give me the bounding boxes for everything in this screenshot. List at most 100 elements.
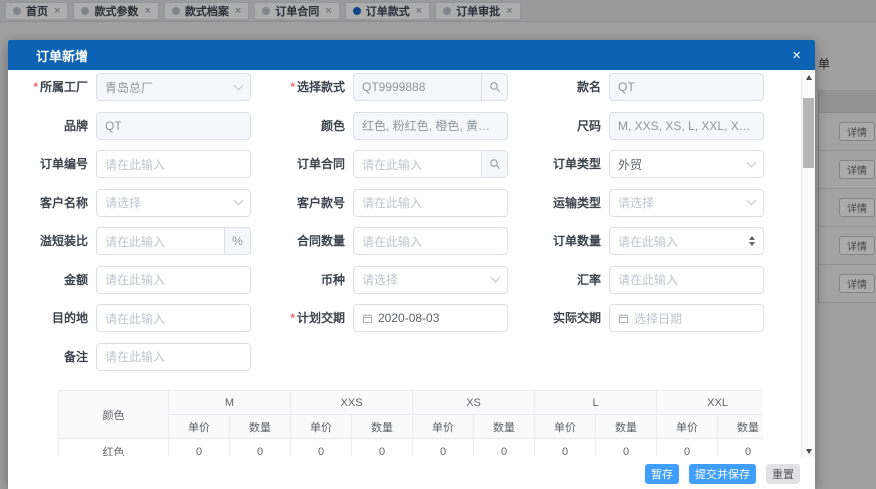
field-订单数量[interactable]: 请在此输入 <box>609 227 764 255</box>
field-label-所属工厂: *所属工厂 <box>8 73 96 101</box>
field-label-客户名称: 客户名称 <box>8 189 96 217</box>
field-label-金额: 金额 <box>8 266 96 294</box>
size-header-XS: XS <box>413 391 535 415</box>
field-placeholder: 请在此输入 <box>105 156 165 173</box>
field-溢短装比[interactable]: 请在此输入% <box>96 227 251 255</box>
value-cell[interactable]: 0 <box>718 439 763 457</box>
field-品牌[interactable]: QT <box>96 112 251 140</box>
field-label-订单数量: 订单数量 <box>508 227 609 255</box>
screen: 首页×款式参数×款式档案×订单合同×订单款式×订单审批× 单 详情详情详情详情详… <box>0 0 876 489</box>
order-create-dialog: 订单新增 × *所属工厂青岛总厂*选择款式QT9999888款名QT品牌QT颜色… <box>8 40 815 489</box>
field-placeholder: 请在此输入 <box>105 233 165 250</box>
field-placeholder: 请在此输入 <box>362 194 422 211</box>
field-合同数量[interactable]: 请在此输入 <box>353 227 508 255</box>
field-币种[interactable]: 请选择 <box>353 266 508 294</box>
form-row: 溢短装比请在此输入%合同数量请在此输入订单数量请在此输入 <box>8 227 815 266</box>
dialog-header: 订单新增 × <box>8 40 815 70</box>
value-cell[interactable]: 0 <box>657 439 718 457</box>
row-color-cell: 红色 <box>59 439 169 457</box>
field-订单类型[interactable]: 外贸 <box>609 150 764 178</box>
required-mark: * <box>290 80 295 94</box>
field-value: QT <box>618 80 635 94</box>
value-cell[interactable]: 0 <box>596 439 657 457</box>
field-placeholder: 请在此输入 <box>105 348 165 365</box>
scroll-up-icon[interactable] <box>802 70 815 84</box>
field-计划交期[interactable]: 2020-08-03 <box>353 304 508 332</box>
field-label-计划交期: *计划交期 <box>251 304 353 332</box>
field-label-颜色: 颜色 <box>251 112 353 140</box>
stepper-icon[interactable] <box>749 236 755 246</box>
scroll-down-icon[interactable] <box>802 444 815 458</box>
field-label-溢短装比: 溢短装比 <box>8 227 96 255</box>
field-客户款号[interactable]: 请在此输入 <box>353 189 508 217</box>
chevron-down-icon <box>491 273 501 283</box>
field-value: 红色, 粉红色, 橙色, 黄色, 绿色 <box>362 117 499 134</box>
field-placeholder: 请选择 <box>362 271 398 288</box>
field-label-品牌: 品牌 <box>8 112 96 140</box>
field-label-客户款号: 客户款号 <box>251 189 353 217</box>
reset-button[interactable]: 重置 <box>766 464 800 484</box>
order-form: *所属工厂青岛总厂*选择款式QT9999888款名QT品牌QT颜色红色, 粉红色… <box>8 73 815 381</box>
field-label-款名: 款名 <box>508 73 609 101</box>
field-value: 外贸 <box>618 156 642 173</box>
search-button[interactable] <box>482 73 508 101</box>
subcol-header: 数量 <box>230 415 291 439</box>
close-icon[interactable]: × <box>792 48 801 63</box>
field-款名[interactable]: QT <box>609 73 764 101</box>
field-运输类型[interactable]: 请选择 <box>609 189 764 217</box>
form-row: 订单编号请在此输入订单合同请在此输入订单类型外贸 <box>8 150 815 189</box>
form-row: 金额请在此输入币种请选择汇率请在此输入 <box>8 266 815 305</box>
chevron-down-icon <box>234 196 244 206</box>
field-placeholder: 请选择 <box>105 194 141 211</box>
field-尺码[interactable]: M, XXS, XS, L, XXL, XL, S <box>609 112 764 140</box>
field-目的地[interactable]: 请在此输入 <box>96 304 251 332</box>
field-实际交期[interactable]: 选择日期 <box>609 304 764 332</box>
dialog-title: 订单新增 <box>36 46 792 65</box>
value-cell[interactable]: 0 <box>230 439 291 457</box>
field-颜色[interactable]: 红色, 粉红色, 橙色, 黄色, 绿色 <box>353 112 508 140</box>
value-cell[interactable]: 0 <box>291 439 352 457</box>
field-金额[interactable]: 请在此输入 <box>96 266 251 294</box>
field-placeholder: 请在此输入 <box>105 271 165 288</box>
field-label-订单编号: 订单编号 <box>8 150 96 178</box>
field-label-合同数量: 合同数量 <box>251 227 353 255</box>
field-所属工厂[interactable]: 青岛总厂 <box>96 73 251 101</box>
subcol-header: 数量 <box>596 415 657 439</box>
save-draft-button[interactable]: 暂存 <box>645 464 679 484</box>
value-cell[interactable]: 0 <box>413 439 474 457</box>
subcol-header: 数量 <box>474 415 535 439</box>
subcol-header: 单价 <box>291 415 352 439</box>
search-button[interactable] <box>482 150 508 178</box>
field-placeholder: 请在此输入 <box>105 310 165 327</box>
field-客户名称[interactable]: 请选择 <box>96 189 251 217</box>
table-row: 红色0000000000 <box>59 439 764 457</box>
field-value: QT9999888 <box>362 80 425 94</box>
field-label-目的地: 目的地 <box>8 304 96 332</box>
field-placeholder: 选择日期 <box>634 310 682 327</box>
value-cell[interactable]: 0 <box>535 439 596 457</box>
subcol-header: 单价 <box>657 415 718 439</box>
field-汇率[interactable]: 请在此输入 <box>609 266 764 294</box>
calendar-icon <box>362 313 373 324</box>
value-cell[interactable]: 0 <box>474 439 535 457</box>
field-订单编号[interactable]: 请在此输入 <box>96 150 251 178</box>
field-备注[interactable]: 请在此输入 <box>96 343 251 371</box>
chevron-down-icon <box>747 157 757 167</box>
subcol-header: 单价 <box>535 415 596 439</box>
chevron-down-icon <box>747 196 757 206</box>
submit-and-save-button[interactable]: 提交并保存 <box>689 464 756 484</box>
field-label-订单合同: 订单合同 <box>251 150 353 178</box>
size-header-XXL: XXL <box>657 391 763 415</box>
field-placeholder: 请在此输入 <box>362 156 422 173</box>
scrollbar-thumb[interactable] <box>803 98 814 168</box>
size-header-M: M <box>169 391 291 415</box>
value-cell[interactable]: 0 <box>169 439 230 457</box>
field-选择款式[interactable]: QT9999888 <box>353 73 508 101</box>
field-订单合同[interactable]: 请在此输入 <box>353 150 508 178</box>
required-mark: * <box>290 311 295 325</box>
value-cell[interactable]: 0 <box>352 439 413 457</box>
dialog-scrollbar[interactable] <box>801 70 815 458</box>
subcol-header: 数量 <box>352 415 413 439</box>
field-label-尺码: 尺码 <box>508 112 609 140</box>
chevron-down-icon <box>234 80 244 90</box>
